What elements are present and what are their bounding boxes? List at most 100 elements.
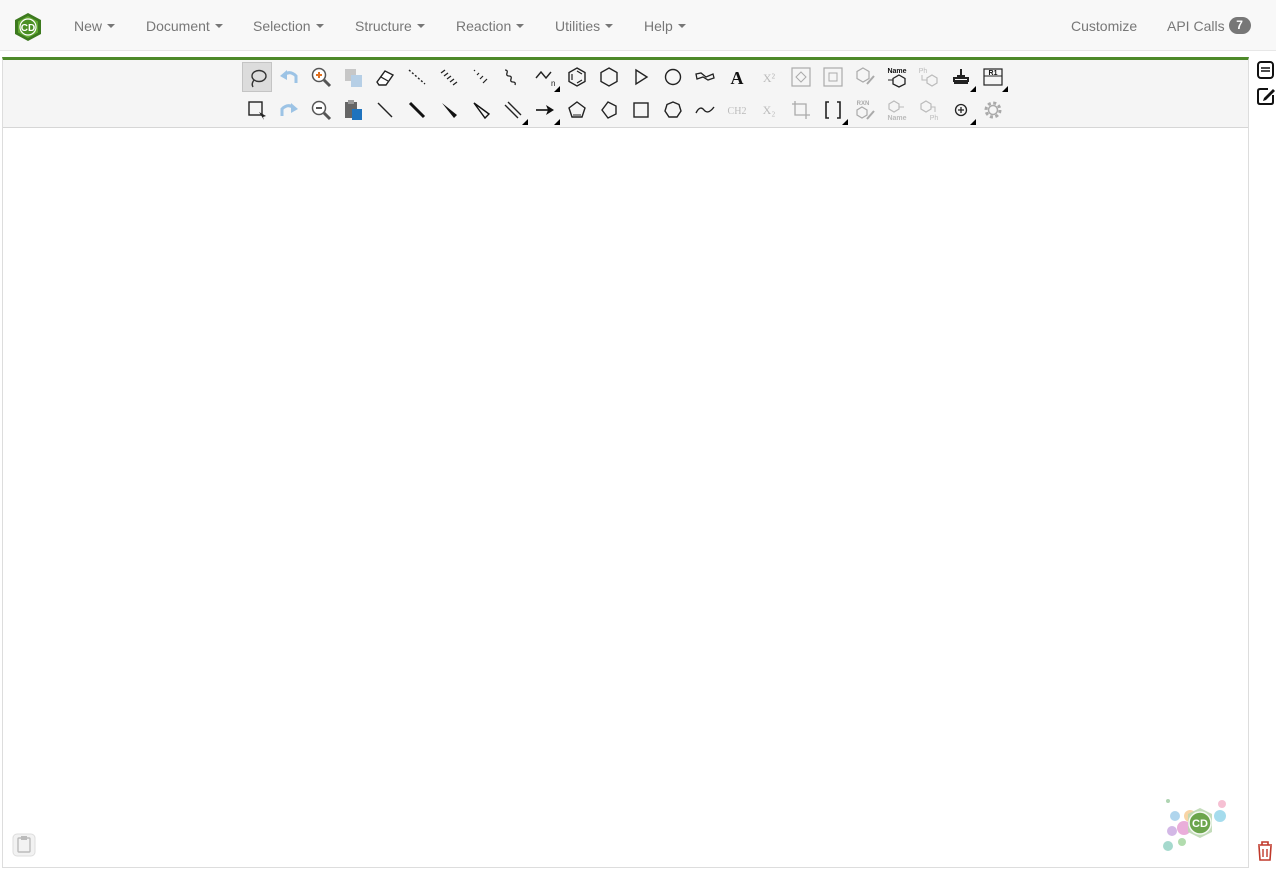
superscript-button[interactable]: X²: [754, 62, 784, 92]
bold-bond-button[interactable]: [402, 95, 432, 125]
name-to-structure-icon: Name: [887, 68, 907, 88]
clean-reaction-button[interactable]: RXN: [850, 95, 880, 125]
menu-structure-label: Structure: [355, 17, 412, 34]
heptagon-button[interactable]: [658, 95, 688, 125]
redo-button[interactable]: [274, 95, 304, 125]
lasso-tool-button[interactable]: [242, 62, 272, 92]
bracket-icon: [825, 101, 841, 119]
menu-selection[interactable]: Selection: [253, 0, 324, 51]
dropdown-triangle-icon: [842, 119, 848, 125]
cyclohexane-button[interactable]: [594, 62, 624, 92]
menu-reaction-label: Reaction: [456, 17, 512, 34]
r-group-button[interactable]: R1: [978, 62, 1008, 92]
clipboard-icon[interactable]: [12, 833, 36, 857]
hashed-bond-button[interactable]: [434, 62, 464, 92]
bold-bond-icon: [408, 101, 426, 119]
curve-tool-button[interactable]: [690, 95, 720, 125]
edit-icon[interactable]: [1256, 86, 1276, 106]
wedge-bond-button[interactable]: [434, 95, 464, 125]
chain-icon: n: [535, 70, 555, 88]
cyclopentadiene-button[interactable]: [562, 95, 592, 125]
circle-shape-button[interactable]: [658, 62, 688, 92]
menu-utilities-label: Utilities: [555, 17, 601, 34]
double-bond-button[interactable]: [498, 95, 528, 125]
clean-structure-button[interactable]: [850, 62, 880, 92]
name-to-structure-button[interactable]: Name: [882, 62, 912, 92]
menu-reaction[interactable]: Reaction: [456, 0, 525, 51]
superscript-icon: X²: [763, 71, 776, 85]
benzene-button[interactable]: [562, 62, 592, 92]
api-calls-link[interactable]: API Calls 7: [1167, 0, 1251, 51]
chemdraw-logo-icon[interactable]: CD: [14, 12, 42, 42]
square-shape-button[interactable]: [626, 95, 656, 125]
cyclopentane-button[interactable]: [594, 95, 624, 125]
copy-button[interactable]: [338, 62, 368, 92]
drawing-canvas[interactable]: [3, 128, 1248, 867]
contract-structure-button[interactable]: [818, 62, 848, 92]
expand-structure-icon: [791, 67, 811, 87]
text-tool-button[interactable]: A: [722, 62, 752, 92]
caret-down-icon: [107, 23, 116, 28]
arrow-tool-button[interactable]: [530, 95, 560, 125]
wave-shape-button[interactable]: [690, 62, 720, 92]
stamp-tool-button[interactable]: [946, 62, 976, 92]
chain-tool-button[interactable]: n: [530, 62, 560, 92]
subscript-button[interactable]: X₂: [754, 95, 784, 125]
menu-structure[interactable]: Structure: [355, 0, 425, 51]
benzene-icon: [568, 67, 586, 87]
zoom-out-button[interactable]: [306, 95, 336, 125]
triangle-play-icon: [635, 68, 649, 86]
square-icon: [633, 102, 649, 118]
menu-selection-label: Selection: [253, 17, 311, 34]
lasso-icon: [251, 69, 267, 88]
trash-icon[interactable]: [1256, 840, 1274, 862]
bracket-tool-button[interactable]: [818, 95, 848, 125]
expand-structure-button[interactable]: [786, 62, 816, 92]
text-icon: A: [731, 68, 744, 88]
arrow-icon: [536, 105, 554, 115]
menu-document[interactable]: Document: [146, 0, 223, 51]
customize-link[interactable]: Customize: [1071, 0, 1137, 51]
wedge-bond-icon: [442, 103, 457, 118]
undo-button[interactable]: [274, 62, 304, 92]
dropdown-triangle-icon: [970, 119, 976, 125]
ch2-button[interactable]: CH2: [722, 95, 752, 125]
crop-button[interactable]: [786, 95, 816, 125]
menu-utilities[interactable]: Utilities: [555, 0, 614, 51]
menu-new[interactable]: New: [74, 0, 116, 51]
svg-text:R1: R1: [989, 70, 998, 77]
charge-plus-icon: [954, 103, 968, 117]
subscript-icon: X₂: [763, 103, 776, 117]
hashed-wedge-bond-button[interactable]: [466, 62, 496, 92]
clean-reaction-icon: RXN: [856, 101, 875, 120]
paste-button[interactable]: [338, 95, 368, 125]
wave-shape-icon: [695, 72, 715, 81]
panel-toggle-icon[interactable]: [1256, 60, 1276, 80]
single-bond-button[interactable]: [370, 95, 400, 125]
structure-to-name-button[interactable]: Name: [882, 95, 912, 125]
api-calls-badge: 7: [1228, 17, 1251, 34]
select-rect-button[interactable]: [242, 95, 272, 125]
ph-expand-icon: Ph: [920, 100, 938, 121]
triangle-shape-button[interactable]: [626, 62, 656, 92]
charge-tool-button[interactable]: [946, 95, 976, 125]
settings-button[interactable]: [978, 95, 1008, 125]
cyclohexane-icon: [600, 67, 618, 87]
ph-structure-button[interactable]: Ph: [914, 62, 944, 92]
menu-help[interactable]: Help: [644, 0, 686, 51]
clean-structure-icon: [856, 67, 875, 85]
hollow-wedge-bond-button[interactable]: [466, 95, 496, 125]
zoom-out-icon: [311, 100, 332, 121]
zoom-in-button[interactable]: [306, 62, 336, 92]
svg-text:X²: X²: [763, 71, 776, 85]
eraser-button[interactable]: [370, 62, 400, 92]
drawing-editor: n A X² Name Ph R1 CH2 X₂ RXN Name Ph: [2, 57, 1249, 868]
wavy-bond-button[interactable]: [498, 62, 528, 92]
svg-text:X₂: X₂: [763, 103, 776, 117]
ph-expand-button[interactable]: Ph: [914, 95, 944, 125]
curve-icon: [695, 106, 715, 114]
dashed-bond-button[interactable]: [402, 62, 432, 92]
caret-down-icon: [605, 23, 614, 28]
svg-text:Ph: Ph: [919, 68, 928, 75]
pentagon-ring-icon: [568, 101, 586, 118]
